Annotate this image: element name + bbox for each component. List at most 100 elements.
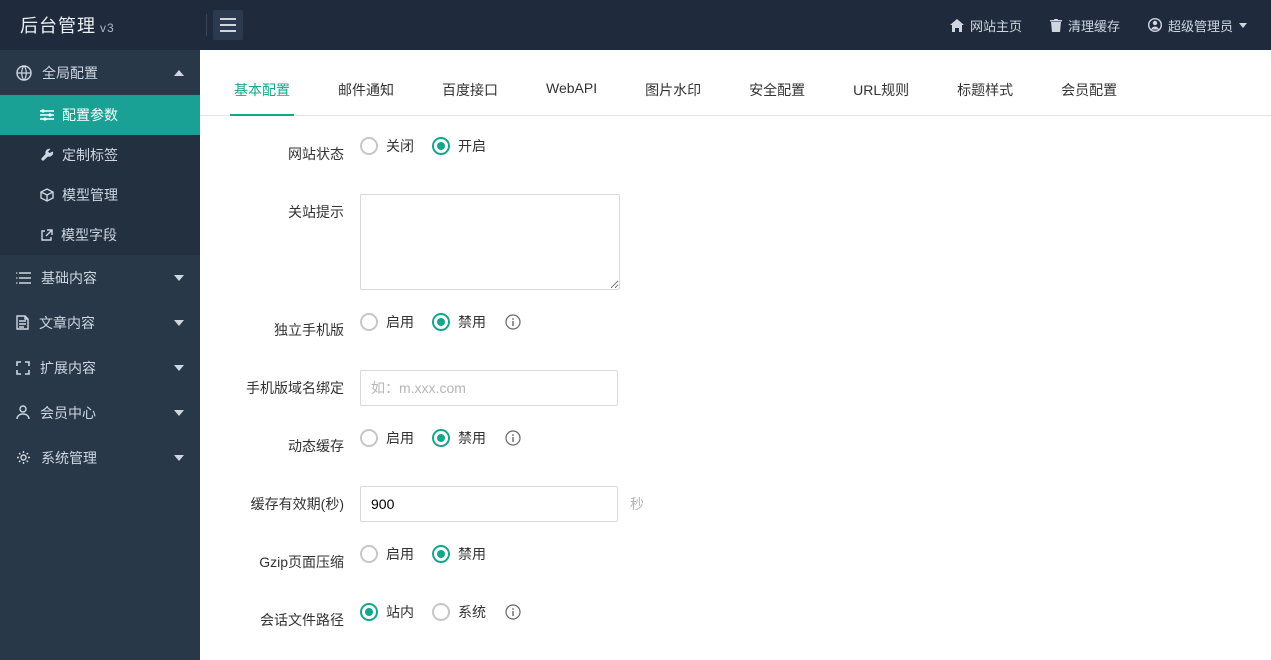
- chevron-up-icon: [174, 70, 184, 76]
- row-session-path: 会话文件路径 站内 系统: [230, 602, 1241, 638]
- chevron-down-icon: [174, 410, 184, 416]
- row-dyn-cache: 动态缓存 启用 禁用: [230, 428, 1241, 464]
- wrench-icon: [40, 148, 54, 162]
- info-icon: [505, 604, 521, 620]
- brand: 后台管理 v3: [0, 12, 200, 38]
- radio-label: 系统: [458, 602, 486, 622]
- radio-gzip-enable[interactable]: 启用: [360, 544, 414, 564]
- row-mobile-domain: 手机版域名绑定: [230, 370, 1241, 406]
- radio-label: 禁用: [458, 312, 486, 332]
- nav-label: 会员中心: [40, 403, 96, 423]
- chevron-down-icon: [174, 365, 184, 371]
- tab-watermark[interactable]: 图片水印: [641, 70, 705, 115]
- sidebar-toggle-button[interactable]: [213, 10, 243, 40]
- label-cache-ttl: 缓存有效期(秒): [230, 486, 360, 514]
- nav-group-global: 全局配置 配置参数 定制标签 模型管理: [0, 50, 200, 255]
- radio-label: 禁用: [458, 428, 486, 448]
- row-close-tip: 关站提示: [230, 194, 1241, 290]
- user-icon: [1148, 18, 1162, 32]
- nav-title-extend[interactable]: 扩展内容: [0, 345, 200, 390]
- user-menu[interactable]: 超级管理员: [1148, 16, 1247, 35]
- user-outline-icon: [16, 405, 30, 420]
- sliders-icon: [40, 109, 54, 121]
- radio-gzip-disable[interactable]: 禁用: [432, 544, 486, 564]
- radio-cache-disable[interactable]: 禁用: [432, 428, 486, 448]
- radio-label: 站内: [386, 602, 414, 622]
- globe-icon: [16, 65, 32, 81]
- trash-icon: [1050, 19, 1062, 32]
- chevron-down-icon: [1239, 23, 1247, 28]
- tab-mail[interactable]: 邮件通知: [334, 70, 398, 115]
- nav-sub-global: 配置参数 定制标签 模型管理 模型字段: [0, 95, 200, 255]
- input-cache-ttl[interactable]: [360, 486, 618, 522]
- sub-item-label: 模型管理: [62, 185, 118, 205]
- info-icon: [505, 314, 521, 330]
- tab-title-style[interactable]: 标题样式: [953, 70, 1017, 115]
- input-mobile-domain[interactable]: [360, 370, 618, 406]
- unit-seconds: 秒: [630, 486, 644, 514]
- radio-session-system[interactable]: 系统: [432, 602, 486, 622]
- sidebar-item-model-fields[interactable]: 模型字段: [0, 215, 200, 255]
- tab-baidu[interactable]: 百度接口: [438, 70, 502, 115]
- nav-title-global[interactable]: 全局配置: [0, 50, 200, 95]
- sub-item-label: 模型字段: [61, 225, 117, 245]
- radio-label: 启用: [386, 428, 414, 448]
- radio-label: 禁用: [458, 544, 486, 564]
- nav-label: 扩展内容: [40, 358, 96, 378]
- sidebar-item-config-params[interactable]: 配置参数: [0, 95, 200, 135]
- user-name: 超级管理员: [1168, 16, 1233, 35]
- label-close-tip: 关站提示: [230, 194, 360, 222]
- radio-session-internal[interactable]: 站内: [360, 602, 414, 622]
- row-mobile: 独立手机版 启用 禁用: [230, 312, 1241, 348]
- sidebar-item-custom-tags[interactable]: 定制标签: [0, 135, 200, 175]
- help-cache[interactable]: [504, 429, 522, 447]
- radio-site-off[interactable]: 关闭: [360, 136, 414, 156]
- textarea-close-tip[interactable]: [360, 194, 620, 290]
- radio-label: 开启: [458, 136, 486, 156]
- brand-title: 后台管理: [20, 12, 96, 38]
- help-mobile[interactable]: [504, 313, 522, 331]
- tab-webapi[interactable]: WebAPI: [542, 70, 601, 115]
- nav-group-system: 系统管理: [0, 435, 200, 480]
- chevron-down-icon: [174, 320, 184, 326]
- clear-cache-button[interactable]: 清理缓存: [1050, 16, 1120, 35]
- nav-title-article[interactable]: 文章内容: [0, 300, 200, 345]
- nav-title-system[interactable]: 系统管理: [0, 435, 200, 480]
- radio-label: 启用: [386, 544, 414, 564]
- tab-security[interactable]: 安全配置: [745, 70, 809, 115]
- nav-label: 基础内容: [41, 268, 97, 288]
- menu-icon: [220, 18, 236, 32]
- nav-group-base-content: 基础内容: [0, 255, 200, 300]
- document-icon: [16, 315, 29, 330]
- row-gzip: Gzip页面压缩 启用 禁用: [230, 544, 1241, 580]
- nav-home-link[interactable]: 网站主页: [950, 16, 1022, 35]
- nav-group-article: 文章内容: [0, 300, 200, 345]
- cube-icon: [40, 188, 54, 202]
- label-dyn-cache: 动态缓存: [230, 428, 360, 456]
- sub-item-label: 定制标签: [62, 145, 118, 165]
- radio-cache-enable[interactable]: 启用: [360, 428, 414, 448]
- nav-group-extend: 扩展内容: [0, 345, 200, 390]
- radio-site-on[interactable]: 开启: [432, 136, 486, 156]
- expand-icon: [16, 361, 30, 375]
- radio-mobile-enable[interactable]: 启用: [360, 312, 414, 332]
- tab-url[interactable]: URL规则: [849, 70, 913, 115]
- main-content: 基本配置 邮件通知 百度接口 WebAPI 图片水印 安全配置 URL规则 标题…: [200, 50, 1271, 660]
- nav-label: 系统管理: [41, 448, 97, 468]
- nav-title-base-content[interactable]: 基础内容: [0, 255, 200, 300]
- row-cache-ttl: 缓存有效期(秒) 秒: [230, 486, 1241, 522]
- chevron-down-icon: [174, 275, 184, 281]
- sidebar-item-model-manage[interactable]: 模型管理: [0, 175, 200, 215]
- brand-version: v3: [100, 21, 115, 35]
- nav-group-member: 会员中心: [0, 390, 200, 435]
- tab-basic[interactable]: 基本配置: [230, 70, 294, 116]
- nav-title-member[interactable]: 会员中心: [0, 390, 200, 435]
- tab-member[interactable]: 会员配置: [1057, 70, 1121, 115]
- tabs: 基本配置 邮件通知 百度接口 WebAPI 图片水印 安全配置 URL规则 标题…: [200, 70, 1271, 116]
- label-session-path: 会话文件路径: [230, 602, 360, 630]
- help-session[interactable]: [504, 603, 522, 621]
- label-mobile-domain: 手机版域名绑定: [230, 370, 360, 398]
- sidebar: 全局配置 配置参数 定制标签 模型管理: [0, 50, 200, 660]
- radio-mobile-disable[interactable]: 禁用: [432, 312, 486, 332]
- nav-label: 全局配置: [42, 63, 98, 83]
